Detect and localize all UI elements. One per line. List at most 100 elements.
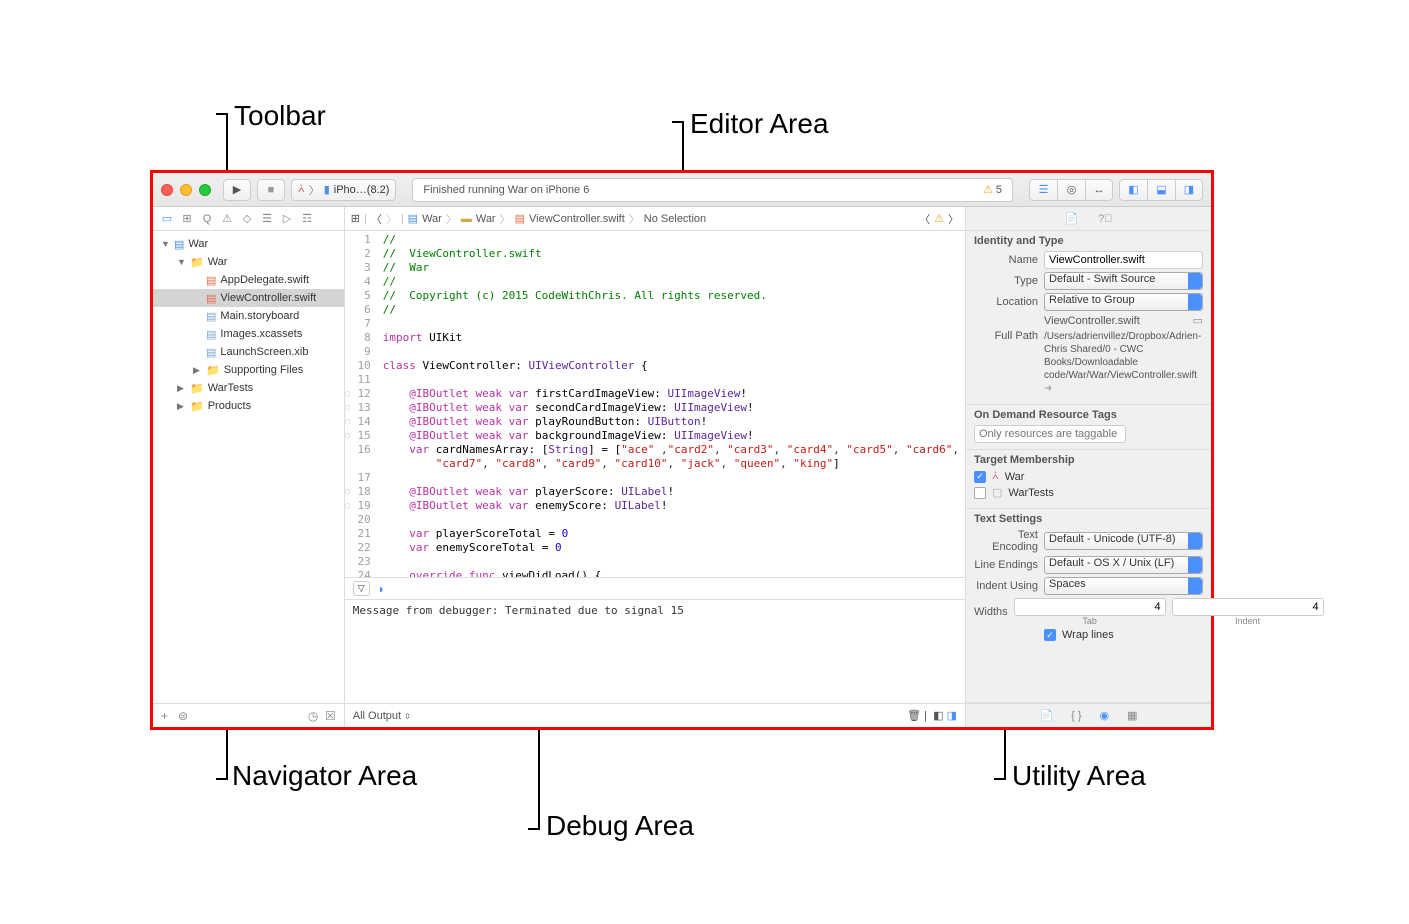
scheme-selector[interactable]: ⩑ 〉 ▮ iPho…(8.2) [291,179,396,201]
window-controls [161,184,211,196]
tab-width-field[interactable] [1014,598,1166,616]
output-filter[interactable]: All Output [353,710,401,722]
jump-item[interactable]: No Selection [644,213,706,225]
library-tabs: 📄 { } ◉ ▦ [966,703,1211,727]
identity-header: Identity and Type [974,235,1203,247]
location-select[interactable]: Relative to Group▴▾ [1044,293,1203,311]
navigator-footer: + ⊜ ◷ ☒ [153,703,344,727]
minimize-window-button[interactable] [180,184,192,196]
quick-help-tab[interactable]: ?⃝ [1098,213,1112,225]
indent-width-field[interactable] [1172,598,1324,616]
jump-item[interactable]: War [476,213,496,225]
debug-toolbar: ▽ ◗ [345,578,965,600]
debug-view-toggle[interactable]: ▽ [353,581,370,596]
assistant-editor-button[interactable]: ◎ [1057,179,1085,201]
toggle-debug-button[interactable]: ⬓ [1147,179,1175,201]
run-button[interactable]: ▶ [223,179,251,201]
tree-item[interactable]: ▤ViewController.swift [153,289,344,307]
tree-item[interactable]: ▤Main.storyboard [153,307,344,325]
find-navigator-tab[interactable]: Q [199,213,215,225]
target-tests-checkbox[interactable] [974,487,986,499]
tree-item[interactable]: ▼▤War [153,235,344,253]
zoom-window-button[interactable] [199,184,211,196]
tree-item[interactable]: ▶📁Products [153,397,344,415]
close-window-button[interactable] [161,184,173,196]
version-editor-button[interactable]: ↔ [1085,179,1113,201]
status-text: Finished running War on iPhone 6 [423,184,589,196]
add-button[interactable]: + [161,709,168,723]
anno-editor-label: Editor Area [690,108,829,140]
toggle-utility-button[interactable]: ◨ [1175,179,1203,201]
code-snippet-lib-tab[interactable]: { } [1071,710,1081,722]
back-button[interactable]: 〈 [371,211,382,227]
filter-button[interactable]: ⊜ [178,709,188,723]
file-inspector-tab[interactable]: 📄 [1064,212,1078,225]
identity-section: Identity and Type Name Type Default - Sw… [966,231,1211,405]
debug-navigator-tab[interactable]: ☰ [259,212,275,225]
standard-editor-button[interactable]: ☰ [1029,179,1057,201]
tree-item[interactable]: ▤Images.xcassets [153,325,344,343]
navigator-tabs: ▭ ⊞ Q ⚠ ◇ ☰ ▷ ☶ [153,207,344,231]
object-lib-tab[interactable]: ◉ [1100,709,1110,722]
code-content[interactable]: //// ViewController.swift// War//// Copy… [377,231,965,577]
wrap-lines-checkbox[interactable]: ✓ [1044,629,1056,641]
warning-badge[interactable]: ⚠ 5 [983,183,1002,196]
symbol-navigator-tab[interactable]: ⊞ [179,212,195,225]
anno-navigator-label: Navigator Area [232,760,417,792]
forward-button[interactable]: 〉 [386,211,397,227]
jump-item[interactable]: War [422,213,442,225]
jump-proj-icon: ▤ [408,212,418,225]
encoding-select[interactable]: Default - Unicode (UTF-8)▴▾ [1044,532,1203,550]
line-gutter[interactable]: 1234567891011121314151617181920212223242… [345,231,377,577]
toggle-navigator-button[interactable]: ◧ [1119,179,1147,201]
jump-item[interactable]: ViewController.swift [529,213,625,225]
target-section: Target Membership ✓ ⩑ War ▢ WarTests [966,450,1211,509]
name-field[interactable] [1044,251,1203,269]
jump-bar[interactable]: ⊞ | 〈 〉 | ▤ War 〉 ▬ War 〉 ▤ ViewControll… [345,207,965,231]
media-lib-tab[interactable]: ▦ [1127,709,1137,722]
fullpath-value: /Users/adrienvillez/Dropbox/Adrien-Chris… [1044,330,1203,395]
related-items-icon[interactable]: ⊞ [351,212,360,225]
tree-item[interactable]: ▼📁War [153,253,344,271]
issue-navigator-tab[interactable]: ⚠ [219,212,235,225]
reveal-path-icon[interactable]: ➜ [1044,383,1052,394]
ondemand-header: On Demand Resource Tags [974,409,1203,421]
type-select[interactable]: Default - Swift Source▴▾ [1044,272,1203,290]
scm-filter-button[interactable]: ☒ [325,709,336,723]
clear-console-button[interactable]: 🗑 [907,710,921,722]
target-war-checkbox[interactable]: ✓ [974,471,986,483]
scheme-label: iPho…(8.2) [334,184,390,196]
console-output[interactable]: Message from debugger: Terminated due to… [345,600,965,703]
stop-button[interactable]: ■ [257,179,285,201]
project-navigator-tab[interactable]: ▭ [159,212,175,225]
tree-item[interactable]: ▤LaunchScreen.xib [153,343,344,361]
fullpath-label: Full Path [974,330,1038,342]
wrap-label: Wrap lines [1062,629,1114,641]
variables-pane-toggle[interactable]: ◧ [933,710,943,722]
code-editor[interactable]: 1234567891011121314151617181920212223242… [345,231,965,577]
bundle-icon: ▢ [992,486,1002,499]
choose-path-icon[interactable]: ▭ [1193,314,1203,327]
navigator-area: ▭ ⊞ Q ⚠ ◇ ☰ ▷ ☶ ▼▤War▼📁War▤AppDelegate.s… [153,207,345,727]
activity-status-bar: Finished running War on iPhone 6 ⚠ 5 [412,178,1013,202]
jump-folder-icon: ▬ [461,213,472,225]
utility-area: 📄 ?⃝ Identity and Type Name Type Default… [965,207,1211,727]
tree-item[interactable]: ▶📁WarTests [153,379,344,397]
target-war-label: War [1005,471,1025,483]
recent-filter-button[interactable]: ◷ [308,709,318,723]
tree-item[interactable]: ▤AppDelegate.swift [153,271,344,289]
breakpoint-toggle-icon[interactable]: ◗ [378,582,385,596]
test-navigator-tab[interactable]: ◇ [239,212,255,225]
xcode-window: ▶ ■ ⩑ 〉 ▮ iPho…(8.2) Finished running Wa… [150,170,1214,730]
tree-item[interactable]: ▶📁Supporting Files [153,361,344,379]
project-tree[interactable]: ▼▤War▼📁War▤AppDelegate.swift▤ViewControl… [153,231,344,703]
toolbar: ▶ ■ ⩑ 〉 ▮ iPho…(8.2) Finished running Wa… [153,173,1211,207]
prev-issue-button[interactable]: 〈 [919,211,930,227]
console-pane-toggle[interactable]: ◨ [947,710,957,722]
next-issue-button[interactable]: 〉 [948,211,959,227]
file-template-lib-tab[interactable]: 📄 [1039,709,1053,722]
lineend-select[interactable]: Default - OS X / Unix (LF)▴▾ [1044,556,1203,574]
report-navigator-tab[interactable]: ☶ [299,212,315,225]
breakpoint-navigator-tab[interactable]: ▷ [279,212,295,225]
indent-select[interactable]: Spaces▴▾ [1044,577,1203,595]
